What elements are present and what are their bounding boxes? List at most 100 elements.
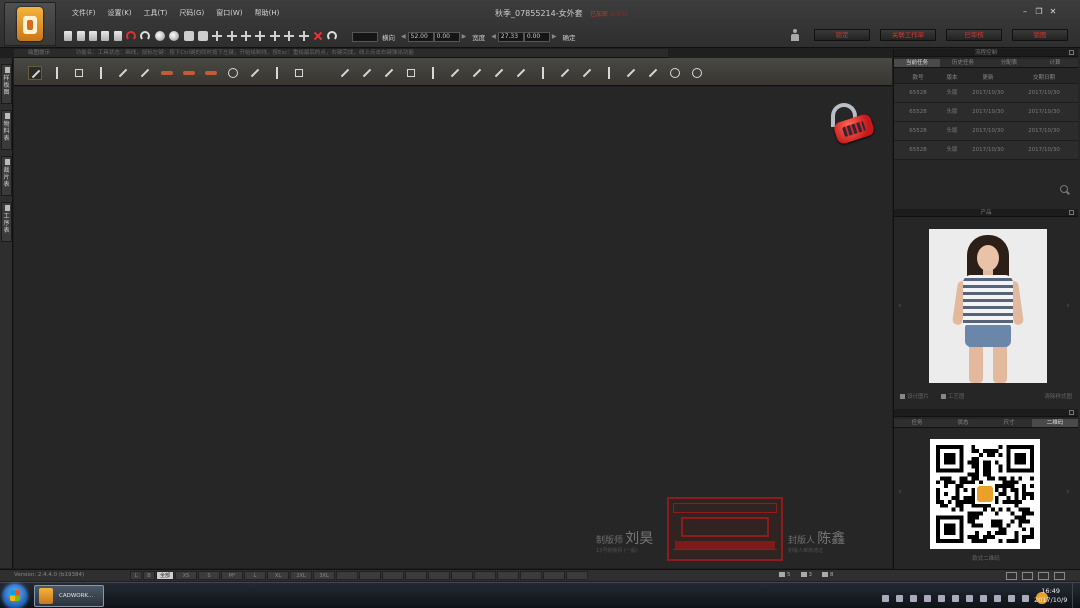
confirm-button[interactable]: 确定 (563, 32, 576, 42)
lock-pattern-button[interactable]: 锁图 (1012, 29, 1068, 41)
mark-tool-icon[interactable] (536, 66, 550, 80)
corner-tool-icon[interactable] (602, 66, 616, 80)
rectangle-tool-icon[interactable] (404, 66, 418, 80)
product-photo[interactable] (929, 229, 1047, 383)
cloud-icon[interactable] (952, 594, 959, 602)
zoom-out-icon[interactable] (169, 31, 180, 41)
tray-arrow-icon[interactable] (882, 594, 889, 602)
table-row[interactable]: 65528 头版 2017/10/30 2017/10/30 (894, 122, 1078, 141)
slash-tool-icon[interactable] (360, 66, 374, 80)
print-icon[interactable] (113, 31, 122, 41)
size-button[interactable]: S (198, 571, 221, 580)
redo-icon[interactable] (140, 31, 151, 41)
reviewed-button[interactable]: 已审核 (946, 29, 1002, 41)
menu-settings[interactable]: 设置(K) (102, 6, 138, 20)
menu-tools[interactable]: 工具(T) (138, 6, 174, 20)
line-tool-icon[interactable] (138, 66, 152, 80)
size-slot[interactable] (520, 571, 543, 580)
triangle-tool-icon[interactable] (492, 66, 506, 80)
value2-field[interactable]: 0.00 (433, 31, 460, 42)
wechat-icon[interactable] (966, 594, 973, 602)
curve-tool-icon[interactable] (50, 66, 64, 80)
rotate-tool-icon[interactable] (690, 66, 704, 80)
pin-icon[interactable] (1069, 50, 1074, 55)
size-slot[interactable] (382, 571, 405, 580)
size-slot[interactable] (428, 571, 451, 580)
pencil-tool-icon[interactable] (28, 65, 42, 80)
buttonhole-tool-icon[interactable] (646, 66, 660, 80)
pin-icon[interactable] (1069, 410, 1074, 415)
prev-arrow-icon[interactable]: ‹ (898, 301, 902, 311)
angle-tool-icon[interactable] (382, 66, 396, 80)
table-row[interactable]: 65528 头版 2017/10/30 2017/10/30 (894, 141, 1078, 160)
size-button[interactable]: XL (267, 571, 290, 580)
clear-image-button[interactable]: 清除样式图 (1044, 392, 1072, 400)
size-slot[interactable] (451, 571, 474, 580)
tab-current-task[interactable]: 当前任务 (894, 59, 940, 67)
clock[interactable]: 16:49 2017/10/9 (1034, 587, 1067, 605)
undo-icon[interactable] (126, 31, 137, 41)
full-view-icon[interactable] (197, 31, 208, 41)
size-slot[interactable] (405, 571, 428, 580)
grid-icon[interactable] (284, 31, 295, 41)
fit-view-icon[interactable] (183, 31, 194, 41)
offset-tool-icon[interactable] (160, 66, 174, 80)
snap-icon[interactable] (255, 31, 266, 41)
safety-icon[interactable] (938, 594, 945, 602)
update-icon[interactable] (924, 594, 931, 602)
knife-tool-icon[interactable] (248, 66, 262, 80)
zigzag-tool-icon[interactable] (580, 66, 594, 80)
move-icon[interactable] (212, 31, 223, 41)
cut-tool-icon[interactable] (204, 66, 218, 80)
tab-task[interactable]: 任务 (894, 419, 940, 427)
menu-size[interactable]: 尺码(G) (173, 6, 210, 20)
tab-status[interactable]: 状态 (940, 419, 986, 427)
design-image-button[interactable]: 设计图片 (900, 392, 929, 400)
measure-icon[interactable] (298, 31, 309, 41)
size-slot[interactable] (543, 571, 566, 580)
circle-tool-icon[interactable] (668, 66, 682, 80)
taskbar-app-button[interactable]: CADWORK... (34, 585, 104, 607)
user-icon[interactable] (790, 29, 800, 41)
tab-pieces[interactable]: 裁片表 (1, 156, 12, 196)
flag-icon[interactable] (1022, 594, 1029, 602)
brush-tool-icon[interactable] (116, 66, 130, 80)
size-slot[interactable] (359, 571, 382, 580)
size-button[interactable]: 2XL (290, 571, 313, 580)
refresh-icon[interactable] (327, 31, 338, 41)
printer-icon[interactable] (896, 594, 903, 602)
prev-arrow-icon[interactable]: ‹ (898, 487, 902, 497)
view-grid-icon[interactable] (1038, 572, 1049, 580)
search-icon[interactable] (1060, 185, 1068, 193)
tab-qrcode[interactable]: 二维码 (1032, 419, 1078, 427)
volume-icon[interactable] (994, 594, 1001, 602)
eraser-tool-icon[interactable] (226, 66, 240, 80)
minimize-icon[interactable]: – (1018, 6, 1032, 18)
open-file-icon[interactable] (76, 31, 85, 41)
table-row[interactable]: 65528 头版 2017/10/30 2017/10/30 (894, 103, 1078, 122)
notch-tool-icon[interactable] (514, 66, 528, 80)
next-arrow-icon[interactable]: › (1066, 487, 1070, 497)
value4-field[interactable]: 0.00 (523, 31, 550, 42)
show-desktop-button[interactable] (1072, 583, 1080, 608)
craft-image-button[interactable]: 工艺图 (941, 392, 965, 400)
menu-window[interactable]: 窗口(W) (210, 6, 248, 20)
start-button[interactable] (3, 584, 27, 608)
value1-field[interactable]: 52.00 (407, 31, 434, 42)
size-slot[interactable] (474, 571, 497, 580)
size-slot[interactable] (566, 571, 589, 580)
size-button[interactable]: B (143, 571, 155, 580)
pin-icon[interactable] (1069, 210, 1074, 215)
tab-pattern[interactable]: 样板图 (1, 64, 12, 104)
app-logo[interactable] (4, 2, 56, 46)
network-icon[interactable] (910, 594, 917, 602)
dart-tool-icon[interactable] (470, 66, 484, 80)
restore-icon[interactable]: ❐ (1032, 6, 1046, 18)
s-curve-tool-icon[interactable] (338, 66, 352, 80)
add-point-icon[interactable] (226, 31, 237, 41)
battery-icon[interactable] (1008, 594, 1015, 602)
size-button[interactable]: L (244, 571, 267, 580)
view-full-icon[interactable] (1054, 572, 1065, 580)
menu-help[interactable]: 帮助(H) (249, 6, 286, 20)
weight-tool-icon[interactable] (292, 66, 306, 80)
